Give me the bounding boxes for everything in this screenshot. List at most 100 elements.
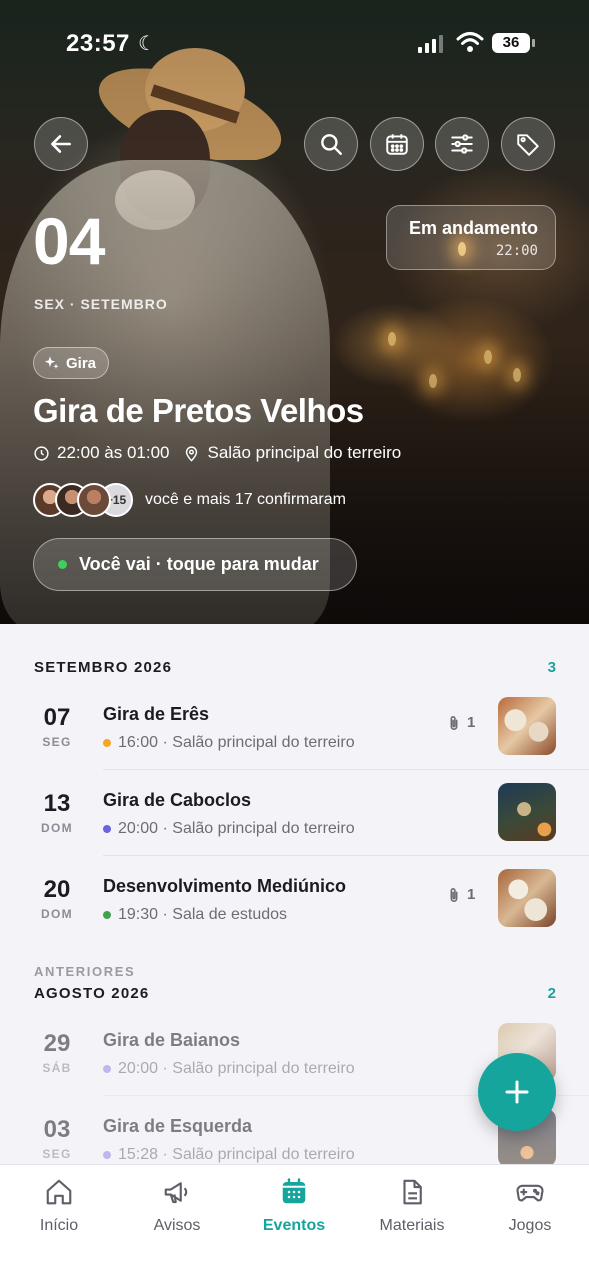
event-row-weekday: SÁB — [42, 1061, 72, 1075]
past-section-kicker: ANTERIORES — [34, 964, 136, 979]
rsvp-label: Você vai · toque para mudar — [79, 554, 319, 574]
arrow-left-icon — [51, 135, 71, 153]
month-section-header: AGOSTO 2026 2 — [34, 985, 556, 1002]
calendar-icon — [282, 1178, 306, 1204]
event-row-location: Salão principal do terreiro — [172, 1060, 355, 1077]
sliders-icon — [451, 134, 473, 154]
category-dot — [103, 825, 111, 833]
event-row-time: 15:28 — [118, 1146, 159, 1163]
event-row-location: Salão principal do terreiro — [172, 734, 355, 751]
event-category-label: Gira — [66, 354, 97, 372]
tab-eventos[interactable]: Eventos — [235, 1177, 353, 1235]
event-status-label: Em andamento — [408, 218, 538, 238]
paperclip-icon — [450, 887, 458, 902]
event-row-info: 19:30 · Sala de estudos — [103, 906, 287, 924]
event-row-weekday: SEG — [42, 735, 72, 749]
event-row-location: Salão principal do terreiro — [172, 1146, 355, 1163]
moon-icon: ☾ — [138, 33, 156, 55]
event-row-time: 16:00 — [118, 734, 159, 751]
attendees-summary[interactable]: +15 você e mais 17 confirmaram — [33, 483, 346, 517]
event-row-title: Gira de Esquerda — [103, 1116, 253, 1136]
event-row-info: 20:00 · Salão principal do terreiro — [103, 820, 355, 838]
event-thumbnail — [498, 697, 556, 755]
calendar-view-button[interactable] — [370, 117, 424, 171]
event-thumbnail — [498, 783, 556, 841]
add-event-button[interactable] — [478, 1053, 556, 1131]
sparkles-icon — [44, 356, 59, 369]
tab-label: Avisos — [153, 1217, 201, 1234]
event-row[interactable]: 13 DOM Gira de Caboclos 20:00 · Salão pr… — [0, 770, 589, 856]
event-meta: 22:00 às 01:00 Salão principal do terrei… — [33, 443, 401, 463]
event-row-day: 03 — [43, 1116, 71, 1143]
event-row-day: 29 — [43, 1030, 71, 1057]
search-icon — [321, 134, 342, 155]
event-day: 04 — [33, 204, 105, 278]
rsvp-status-dot — [58, 560, 67, 569]
attendees-text: você e mais 17 confirmaram — [145, 491, 346, 508]
tab-materiais[interactable]: Materiais — [353, 1177, 471, 1235]
tab-label: Materiais — [379, 1217, 445, 1234]
attachments-count-value: 1 — [467, 886, 476, 903]
rsvp-button[interactable]: Você vai · toque para mudar — [33, 538, 357, 591]
tab-inicio[interactable]: Início — [0, 1177, 118, 1235]
event-row-location: Salão principal do terreiro — [172, 820, 355, 837]
tab-label: Eventos — [262, 1217, 326, 1234]
event-row-time: 20:00 — [118, 1060, 159, 1077]
filters-button[interactable] — [435, 117, 489, 171]
event-row-info: 20:00 · Salão principal do terreiro — [103, 1060, 355, 1078]
megaphone-icon — [164, 1182, 188, 1204]
event-hero[interactable]: 23:57 ☾ 36 04 SEX · SETEMBRO Em andament… — [0, 0, 589, 624]
event-row-date: 29 SÁB — [24, 1030, 90, 1075]
home-icon — [46, 1179, 72, 1205]
event-row-title: Gira de Baianos — [103, 1030, 241, 1050]
calendar-icon — [386, 134, 408, 155]
event-row-date: 07 SEG — [24, 704, 90, 749]
tab-label: Início — [39, 1217, 79, 1234]
back-button[interactable] — [34, 117, 88, 171]
category-dot — [103, 1151, 111, 1159]
month-section-header: SETEMBRO 2026 3 — [34, 659, 556, 676]
event-status-time: 22:00 — [495, 243, 538, 259]
event-title: Gira de Pretos Velhos — [33, 392, 364, 429]
event-row-date: 20 DOM — [24, 876, 90, 921]
attachments-count-value: 1 — [467, 714, 476, 731]
event-row-title: Desenvolvimento Mediúnico — [103, 876, 347, 896]
avatar — [77, 483, 111, 517]
plus-icon — [505, 1080, 529, 1104]
cellular-signal-icon — [418, 35, 443, 53]
search-button[interactable] — [304, 117, 358, 171]
event-status-badge: Em andamento 22:00 — [386, 205, 556, 270]
location-pin-icon — [186, 445, 198, 462]
event-time-range: 22:00 às 01:00 — [57, 443, 170, 462]
event-row[interactable]: 07 SEG Gira de Erês 16:00 · Salão princi… — [0, 684, 589, 770]
event-row[interactable]: 20 DOM Desenvolvimento Mediúnico 19:30 ·… — [0, 856, 589, 942]
event-row-day: 07 — [43, 704, 71, 731]
event-row-info: 16:00 · Salão principal do terreiro — [103, 734, 355, 752]
tab-avisos[interactable]: Avisos — [118, 1177, 236, 1235]
document-icon — [403, 1179, 422, 1205]
battery-indicator: 36 — [492, 33, 535, 53]
event-location: Salão principal do terreiro — [207, 443, 402, 462]
event-row-info: 15:28 · Salão principal do terreiro — [103, 1146, 355, 1164]
event-row-time: 19:30 — [118, 906, 159, 923]
event-row-location: Sala de estudos — [172, 906, 288, 923]
clock: 23:57 — [66, 30, 130, 57]
attachments-count: 1 — [447, 886, 475, 903]
tab-jogos[interactable]: Jogos — [471, 1177, 589, 1235]
event-row-weekday: DOM — [41, 907, 73, 921]
gamepad-icon — [516, 1184, 544, 1202]
month-section-title: SETEMBRO 2026 — [34, 659, 173, 676]
tags-button[interactable] — [501, 117, 555, 171]
hero-overlay — [0, 0, 589, 624]
event-row-title: Gira de Erês — [103, 704, 210, 724]
event-category-chip[interactable]: Gira — [33, 347, 110, 379]
event-thumbnail — [498, 869, 556, 927]
tag-icon — [517, 134, 539, 156]
event-weekday-month: SEX · SETEMBRO — [34, 296, 168, 312]
paperclip-icon — [450, 715, 458, 730]
event-row-time: 20:00 — [118, 820, 159, 837]
month-section-title: AGOSTO 2026 — [34, 985, 150, 1002]
category-dot — [103, 911, 111, 919]
event-row-day: 20 — [43, 876, 71, 903]
event-row-date: 03 SEG — [24, 1116, 90, 1161]
